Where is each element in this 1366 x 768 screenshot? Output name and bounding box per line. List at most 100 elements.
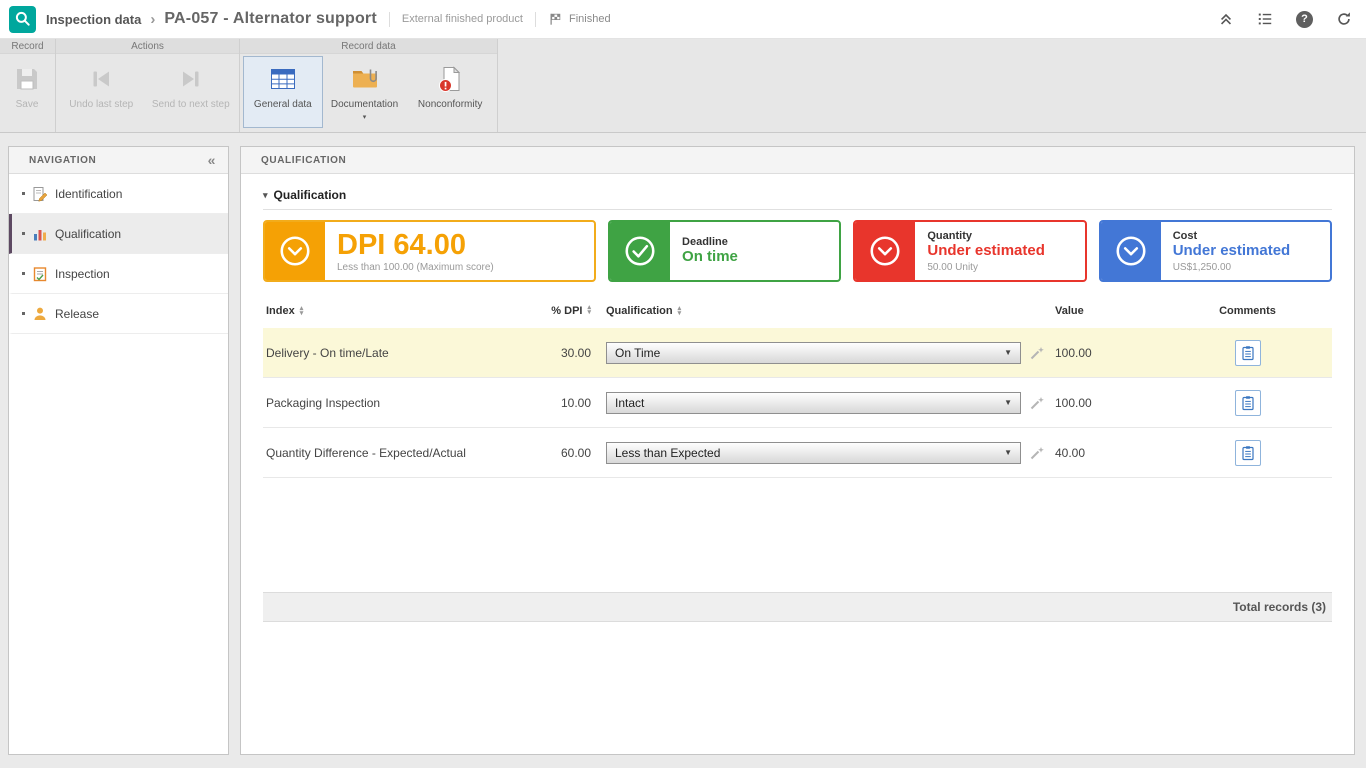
- kpi-card-deadline: Deadline On time: [608, 220, 841, 282]
- table-footer: Total records (3): [263, 592, 1332, 622]
- quantity-card-subtitle: 50.00 Unity: [927, 262, 1045, 273]
- nonconformity-button[interactable]: Nonconformity: [406, 56, 494, 128]
- person-icon: [32, 306, 48, 322]
- value-cell: 40.00: [1053, 446, 1163, 460]
- cost-card-value: Under estimated: [1173, 242, 1291, 260]
- deadline-card-value: On time: [682, 248, 738, 266]
- cost-card-subtitle: US$1,250.00: [1173, 262, 1291, 273]
- dpi-score-subtitle: Less than 100.00 (Maximum score): [337, 262, 494, 273]
- column-header-qualification[interactable]: Qualification ▴▾: [606, 305, 1021, 317]
- group-label: Record data: [240, 39, 497, 54]
- bullet: [22, 312, 25, 315]
- auto-fill-wand-icon[interactable]: [1029, 345, 1045, 361]
- qualification-panel-header: QUALIFICATION: [241, 147, 1354, 174]
- qualification-select[interactable]: Less than Expected ▼: [606, 442, 1021, 464]
- collapse-toolbar-icon[interactable]: [1218, 11, 1234, 27]
- skip-forward-icon: [176, 64, 206, 94]
- section-title-label: Qualification: [274, 188, 347, 202]
- comments-button[interactable]: [1235, 340, 1261, 366]
- sort-icon[interactable]: ▴▾: [300, 306, 304, 316]
- identification-icon: [32, 186, 48, 202]
- cost-card-title: Cost: [1173, 230, 1291, 242]
- nonconformity-doc-icon: [435, 64, 465, 94]
- index-cell: Quantity Difference - Expected/Actual: [263, 446, 513, 460]
- deadline-card-title: Deadline: [682, 236, 738, 248]
- folder-paperclip-icon: [350, 64, 380, 94]
- documentation-button[interactable]: Documentation ▾: [325, 56, 405, 128]
- record-type-label: External finished product: [402, 13, 523, 25]
- qualification-select[interactable]: Intact ▼: [606, 392, 1021, 414]
- sidebar-item-label: Qualification: [55, 227, 121, 241]
- send-to-next-step-button: Send to next step: [146, 56, 236, 128]
- auto-fill-wand-icon[interactable]: [1029, 395, 1045, 411]
- collapse-sidebar-icon[interactable]: «: [208, 152, 216, 168]
- section-caret-icon: ▾: [263, 190, 268, 201]
- comments-button[interactable]: [1235, 390, 1261, 416]
- dpi-cell: 10.00: [513, 396, 591, 410]
- finished-flag-icon: [548, 12, 563, 26]
- separator: [389, 12, 390, 27]
- auto-fill-wand-icon[interactable]: [1029, 445, 1045, 461]
- ribbon-filler: [498, 39, 1366, 132]
- record-title: PA-057 - Alternator support: [164, 10, 377, 28]
- table-row[interactable]: Quantity Difference - Expected/Actual 60…: [263, 428, 1332, 478]
- navigation-panel-header: NAVIGATION «: [9, 147, 228, 174]
- refresh-icon[interactable]: [1336, 11, 1352, 27]
- cost-card-color-block: [1101, 222, 1161, 280]
- help-glyph: ?: [1296, 11, 1313, 28]
- separator: [535, 12, 536, 27]
- total-records-label: Total records (3): [1233, 600, 1326, 614]
- chevron-down-circle-icon: [867, 233, 903, 269]
- qualification-select[interactable]: On Time ▼: [606, 342, 1021, 364]
- dpi-cell: 30.00: [513, 346, 591, 360]
- qualification-section-toggle[interactable]: ▾ Qualification: [263, 188, 1332, 210]
- skip-back-icon: [86, 64, 116, 94]
- table-row[interactable]: Packaging Inspection 10.00 Intact ▼: [263, 378, 1332, 428]
- group-label: Record: [0, 39, 55, 54]
- ribbon-group-record: Record Save: [0, 39, 56, 132]
- column-header-dpi[interactable]: % DPI ▴▾: [513, 305, 591, 317]
- ribbon-group-record-data: Record data General data: [240, 39, 498, 132]
- column-header-comments: Comments: [1163, 305, 1332, 317]
- status-label: Finished: [569, 13, 611, 25]
- breadcrumb-app-name[interactable]: Inspection data: [46, 12, 141, 27]
- help-icon[interactable]: ?: [1296, 11, 1313, 28]
- app-logo-icon[interactable]: [9, 6, 36, 33]
- kpi-card-dpi: DPI 64.00 Less than 100.00 (Maximum scor…: [263, 220, 596, 282]
- sort-icon[interactable]: ▴▾: [587, 305, 591, 317]
- table-header-row: Index ▴▾ % DPI ▴▾ Qualification ▴▾ Value…: [263, 294, 1332, 328]
- kpi-cards: DPI 64.00 Less than 100.00 (Maximum scor…: [263, 220, 1332, 282]
- panel-title: QUALIFICATION: [261, 155, 346, 166]
- sidebar-item-identification[interactable]: Identification: [9, 174, 228, 214]
- quantity-card-color-block: [855, 222, 915, 280]
- sort-icon[interactable]: ▴▾: [678, 306, 682, 316]
- save-button: Save: [3, 56, 51, 128]
- sidebar-item-qualification[interactable]: Qualification: [9, 214, 228, 254]
- check-circle-icon: [622, 233, 658, 269]
- bullet: [22, 232, 25, 235]
- group-label: Actions: [56, 39, 239, 54]
- value-cell: 100.00: [1053, 396, 1163, 410]
- record-status: Finished: [548, 12, 611, 26]
- comments-button[interactable]: [1235, 440, 1261, 466]
- index-cell: Delivery - On time/Late: [263, 346, 513, 360]
- deadline-card-color-block: [610, 222, 670, 280]
- topbar: Inspection data › PA-057 - Alternator su…: [0, 0, 1366, 39]
- clipboard-icon: [1240, 345, 1256, 361]
- dpi-score-value: DPI 64.00: [337, 230, 494, 260]
- ribbon-toolbar: Record Save Actions Undo last step: [0, 39, 1366, 133]
- sidebar-item-release[interactable]: Release: [9, 294, 228, 334]
- qualification-panel: QUALIFICATION ▾ Qualification DPI 64.00 …: [240, 146, 1355, 755]
- save-icon: [12, 64, 42, 94]
- dropdown-arrow-icon: ▼: [1004, 448, 1012, 457]
- column-header-index[interactable]: Index ▴▾: [263, 305, 513, 317]
- kpi-card-quantity: Quantity Under estimated 50.00 Unity: [853, 220, 1086, 282]
- table-row[interactable]: Delivery - On time/Late 30.00 On Time ▼: [263, 328, 1332, 378]
- sidebar-item-inspection[interactable]: Inspection: [9, 254, 228, 294]
- general-data-button[interactable]: General data: [243, 56, 323, 128]
- ribbon-group-actions: Actions Undo last step Send to next step: [56, 39, 240, 132]
- sidebar-item-label: Identification: [55, 187, 122, 201]
- breadcrumb-chevron-icon: ›: [150, 11, 155, 28]
- dropdown-arrow-icon: ▼: [1004, 398, 1012, 407]
- index-list-icon[interactable]: [1257, 11, 1273, 27]
